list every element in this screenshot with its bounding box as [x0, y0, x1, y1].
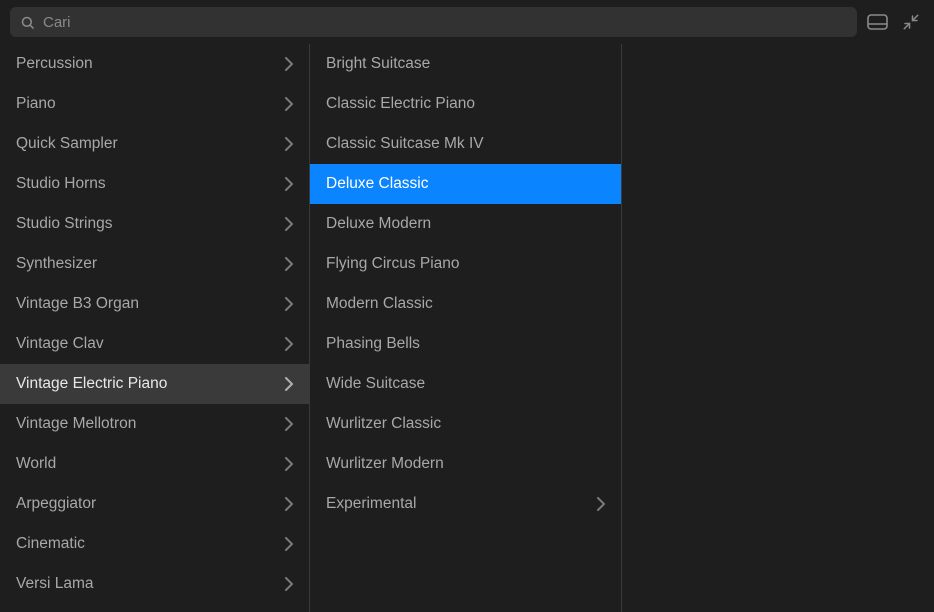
list-item[interactable]: Quick Sampler — [0, 124, 309, 164]
list-item[interactable]: Deluxe Classic — [310, 164, 621, 204]
list-item-label: Modern Classic — [326, 295, 433, 313]
browser-columns: Percussion Piano Quick Sampler Studio Horns… — [0, 44, 934, 612]
list-item[interactable]: Arpeggiator — [0, 484, 309, 524]
list-item[interactable]: World — [0, 444, 309, 484]
chevron-right-icon — [285, 497, 293, 511]
list-item-label: Phasing Bells — [326, 335, 420, 353]
list-item-label: Wide Suitcase — [326, 375, 425, 393]
list-item-label: Vintage B3 Organ — [16, 295, 139, 313]
list-item-label: Arpeggiator — [16, 495, 96, 513]
chevron-right-icon — [285, 297, 293, 311]
list-item[interactable]: Phasing Bells — [310, 324, 621, 364]
search-icon — [20, 15, 35, 30]
list-item[interactable]: Vintage Electric Piano — [0, 364, 309, 404]
search-field[interactable] — [10, 7, 857, 37]
chevron-right-icon — [285, 537, 293, 551]
list-item-label: Experimental — [326, 495, 416, 513]
category-column: Percussion Piano Quick Sampler Studio Horns… — [0, 44, 310, 612]
chevron-right-icon — [285, 177, 293, 191]
list-item[interactable]: Classic Electric Piano — [310, 84, 621, 124]
list-item-label: Studio Horns — [16, 175, 106, 193]
list-item[interactable]: Modern Classic — [310, 284, 621, 324]
list-item-label: Flying Circus Piano — [326, 255, 460, 273]
list-item[interactable]: Classic Suitcase Mk IV — [310, 124, 621, 164]
chevron-right-icon — [285, 457, 293, 471]
list-item-label: Deluxe Modern — [326, 215, 431, 233]
list-item-label: Classic Electric Piano — [326, 95, 475, 113]
list-item-label: Percussion — [16, 55, 93, 73]
search-input[interactable] — [43, 14, 847, 31]
list-item-label: World — [16, 455, 56, 473]
chevron-right-icon — [285, 57, 293, 71]
list-item[interactable]: Flying Circus Piano — [310, 244, 621, 284]
list-item-label: Studio Strings — [16, 215, 113, 233]
chevron-right-icon — [285, 97, 293, 111]
chevron-right-icon — [597, 497, 605, 511]
list-item[interactable]: Piano — [0, 84, 309, 124]
list-item[interactable]: Wurlitzer Modern — [310, 444, 621, 484]
list-item[interactable]: Vintage Clav — [0, 324, 309, 364]
list-item-label: Wurlitzer Classic — [326, 415, 441, 433]
chevron-right-icon — [285, 417, 293, 431]
collapse-icon[interactable] — [902, 13, 920, 31]
chevron-right-icon — [285, 337, 293, 351]
list-item-label: Vintage Clav — [16, 335, 104, 353]
list-item[interactable]: Vintage B3 Organ — [0, 284, 309, 324]
list-item-label: Vintage Electric Piano — [16, 375, 167, 393]
list-item-label: Cinematic — [16, 535, 85, 553]
list-item-label: Synthesizer — [16, 255, 97, 273]
list-item[interactable]: Bright Suitcase — [310, 44, 621, 84]
list-item[interactable]: Experimental — [310, 484, 621, 524]
preset-column: Bright Suitcase Classic Electric Piano Cla… — [310, 44, 622, 612]
topbar — [0, 0, 934, 44]
list-item-label: Quick Sampler — [16, 135, 118, 153]
view-mode-icon[interactable] — [867, 14, 888, 30]
list-item-label: Versi Lama — [16, 575, 94, 593]
chevron-right-icon — [285, 217, 293, 231]
list-item-label: Vintage Mellotron — [16, 415, 136, 433]
list-item-label: Classic Suitcase Mk IV — [326, 135, 484, 153]
chevron-right-icon — [285, 577, 293, 591]
list-item[interactable]: Synthesizer — [0, 244, 309, 284]
list-item[interactable]: Studio Horns — [0, 164, 309, 204]
chevron-right-icon — [285, 377, 293, 391]
list-item[interactable]: Studio Strings — [0, 204, 309, 244]
list-item[interactable]: Wide Suitcase — [310, 364, 621, 404]
list-item-label: Wurlitzer Modern — [326, 455, 444, 473]
list-item[interactable]: Deluxe Modern — [310, 204, 621, 244]
chevron-right-icon — [285, 137, 293, 151]
topbar-actions — [867, 13, 924, 31]
list-item-label: Deluxe Classic — [326, 175, 429, 193]
detail-column — [622, 44, 934, 612]
list-item[interactable]: Wurlitzer Classic — [310, 404, 621, 444]
list-item[interactable]: Versi Lama — [0, 564, 309, 604]
chevron-right-icon — [285, 257, 293, 271]
list-item-label: Piano — [16, 95, 56, 113]
list-item[interactable]: Cinematic — [0, 524, 309, 564]
list-item[interactable]: Percussion — [0, 44, 309, 84]
list-item[interactable]: Vintage Mellotron — [0, 404, 309, 444]
list-item-label: Bright Suitcase — [326, 55, 430, 73]
